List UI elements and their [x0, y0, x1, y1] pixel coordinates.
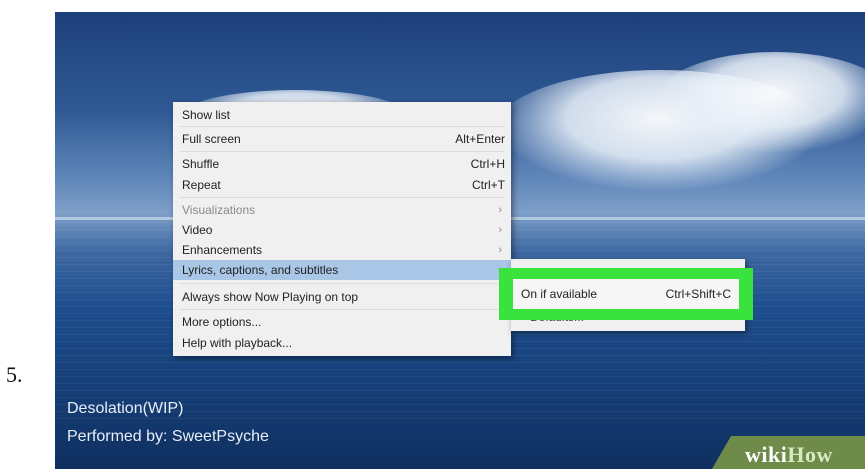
- menu-item-label: More options...: [182, 315, 262, 329]
- menu-item-more-options[interactable]: More options...: [173, 312, 511, 332]
- menu-item-lyrics-captions-subtitles[interactable]: Lyrics, captions, and subtitles ›: [173, 260, 511, 280]
- submenu-item-label: On if available: [521, 287, 598, 301]
- chevron-right-icon: ›: [498, 244, 502, 256]
- chevron-right-icon: ›: [498, 224, 502, 236]
- menu-item-label: Help with playback...: [182, 336, 293, 350]
- logo-how: How: [787, 442, 833, 467]
- menu-item-enhancements[interactable]: Enhancements ›: [173, 240, 511, 260]
- submenu-item-on-if-available[interactable]: On if available Ctrl+Shift+C: [513, 279, 739, 309]
- context-menu: Show list Full screen Alt+Enter Shuffle …: [173, 102, 511, 356]
- wikihow-logo: wikiHow: [745, 442, 833, 468]
- menu-item-label: Enhancements: [182, 243, 263, 257]
- menu-item-help-playback[interactable]: Help with playback...: [173, 333, 511, 353]
- logo-wiki: wiki: [745, 442, 788, 467]
- menu-item-repeat[interactable]: Repeat Ctrl+T: [173, 175, 511, 195]
- menu-item-label: Show list: [182, 108, 231, 122]
- menu-item-label: Always show Now Playing on top: [182, 290, 359, 304]
- menu-separator: [179, 197, 505, 198]
- chevron-right-icon: ›: [498, 204, 502, 216]
- menu-item-label: Full screen: [182, 132, 241, 146]
- menu-item-shortcut: Ctrl+T: [472, 178, 505, 192]
- menu-separator: [179, 126, 505, 127]
- step-number: 5.: [6, 362, 23, 387]
- menu-item-video[interactable]: Video ›: [173, 220, 511, 240]
- menu-item-show-list[interactable]: Show list: [173, 105, 511, 125]
- menu-item-label: Video: [182, 223, 213, 237]
- menu-item-label: Lyrics, captions, and subtitles: [182, 263, 339, 277]
- menu-item-label: Shuffle: [182, 157, 220, 171]
- menu-item-full-screen[interactable]: Full screen Alt+Enter: [173, 129, 511, 149]
- menu-item-shortcut: Ctrl+H: [470, 157, 505, 171]
- menu-item-label: Visualizations: [182, 203, 256, 217]
- highlight-callout: On if available Ctrl+Shift+C: [499, 268, 753, 320]
- menu-item-always-on-top[interactable]: Always show Now Playing on top: [173, 287, 511, 307]
- submenu-item-shortcut: Ctrl+Shift+C: [665, 287, 731, 301]
- menu-item-shuffle[interactable]: Shuffle Ctrl+H: [173, 154, 511, 174]
- menu-item-visualizations: Visualizations ›: [173, 200, 511, 220]
- track-title: Desolation(WIP): [67, 400, 184, 417]
- media-player-screen: Desolation(WIP) Performed by: SweetPsych…: [55, 12, 865, 469]
- menu-separator: [179, 283, 505, 284]
- menu-separator: [179, 309, 505, 310]
- menu-separator: [179, 151, 505, 152]
- track-artist: Performed by: SweetPsyche: [67, 428, 269, 445]
- menu-item-shortcut: Alt+Enter: [455, 132, 505, 146]
- menu-item-label: Repeat: [182, 178, 221, 192]
